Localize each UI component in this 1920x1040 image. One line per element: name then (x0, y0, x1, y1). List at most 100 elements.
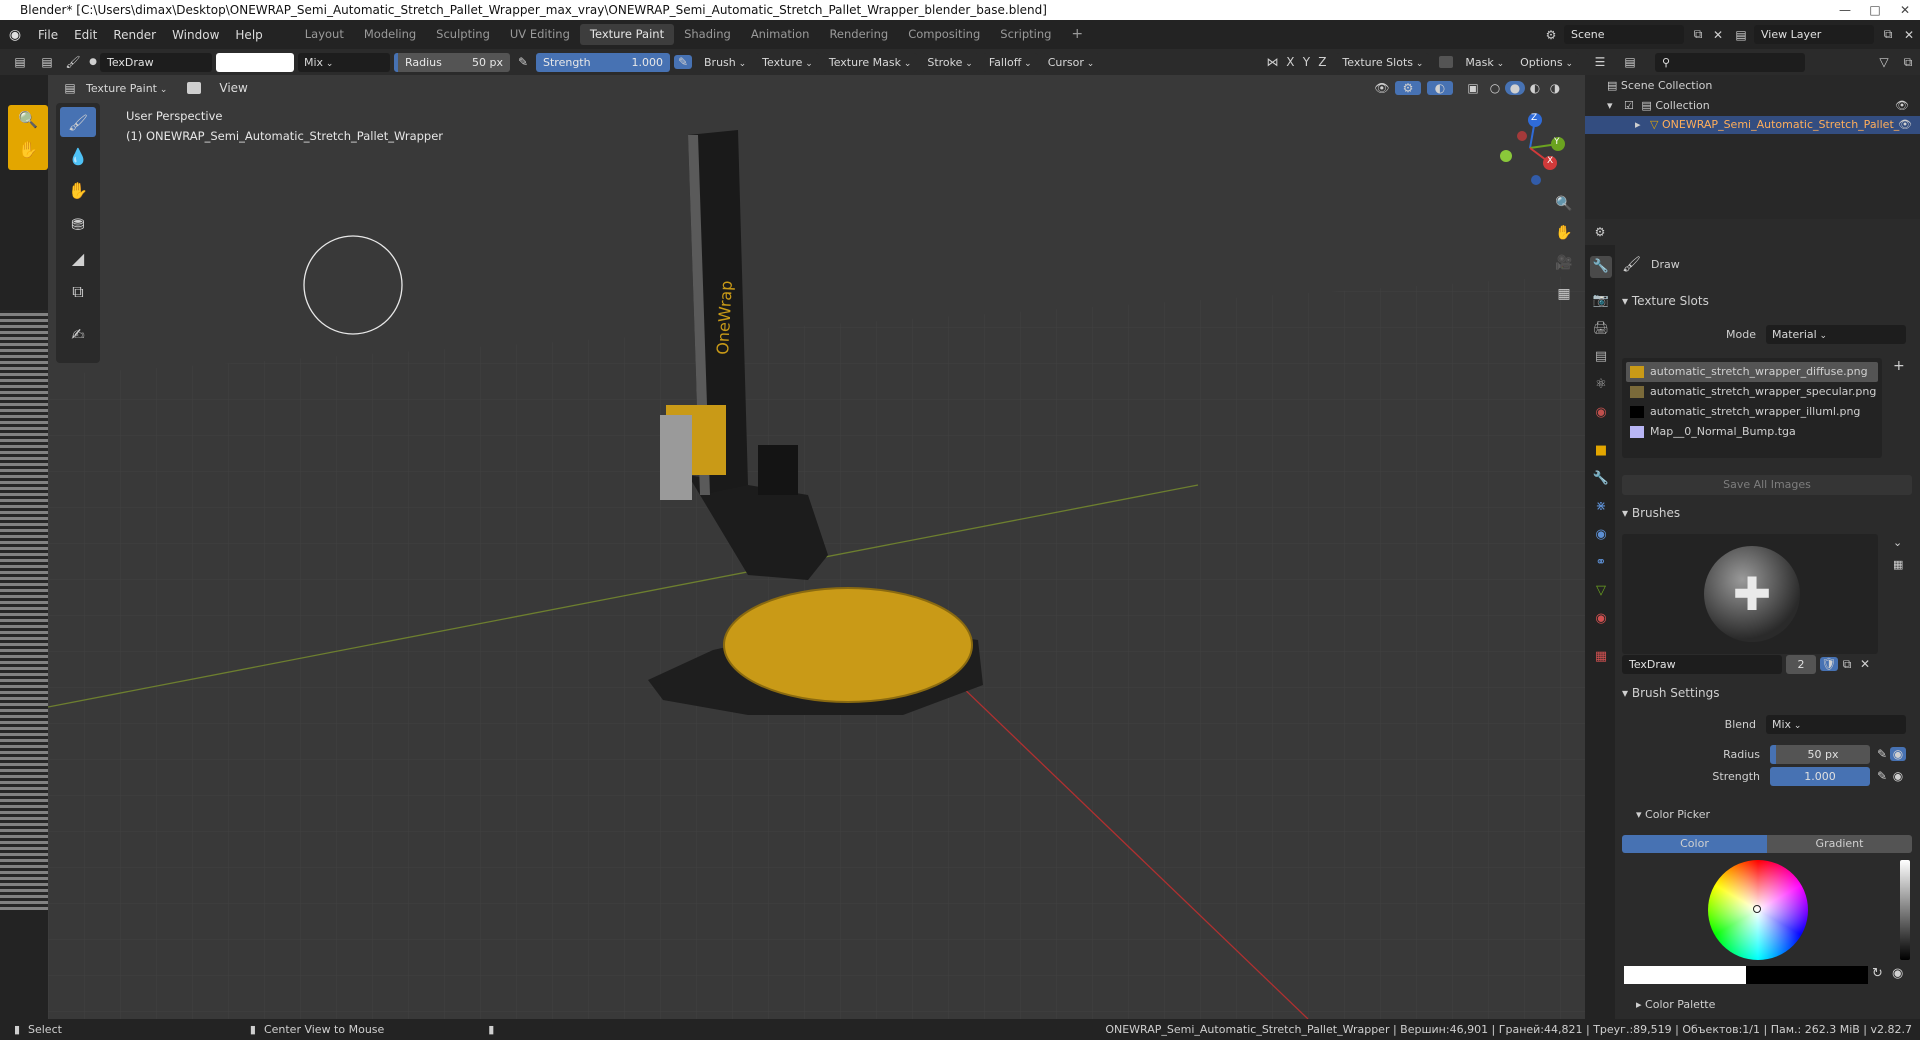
view-layer-icon[interactable]: ▤ (1728, 28, 1754, 42)
gizmo-toggle-icon[interactable]: ⚙ (1395, 81, 1421, 95)
constraints-tab-icon[interactable]: ⚭ (1590, 552, 1612, 574)
brush-users-count[interactable]: 2 (1786, 654, 1816, 674)
strength-pressure-icon[interactable]: ✎ (674, 55, 692, 69)
value-slider[interactable] (1900, 860, 1910, 960)
blend-dropdown-panel[interactable]: Mix (1766, 714, 1906, 734)
tool-tab-icon[interactable]: 🔧 (1590, 256, 1612, 278)
collection-checkbox[interactable]: ☑ (1624, 99, 1634, 112)
tab-rendering[interactable]: Rendering (819, 24, 898, 45)
axis-y-toggle[interactable]: Y (1298, 55, 1314, 69)
mask-checkbox[interactable] (1439, 56, 1454, 68)
minimize-icon[interactable]: — (1830, 0, 1860, 20)
xray-icon[interactable]: ▣ (1461, 81, 1485, 95)
fill-tool-icon[interactable]: ◢ (60, 243, 96, 273)
tab-scripting[interactable]: Scripting (990, 24, 1061, 45)
view-layer-tab-icon[interactable]: ▤ (1590, 346, 1612, 368)
slot-row-normal[interactable]: Map__0_Normal_Bump.tga (1626, 422, 1878, 442)
color-wheel[interactable] (1708, 860, 1808, 960)
symmetry-icon[interactable]: ⋈ (1262, 55, 1282, 69)
scene-field[interactable]: Scene (1564, 25, 1684, 44)
expand-object-icon[interactable]: ▸ (1635, 118, 1641, 131)
slot-row-specular[interactable]: automatic_stretch_wrapper_specular.png (1626, 382, 1878, 402)
object-visibility-icon[interactable]: 👁 (1898, 116, 1912, 134)
texture-tab-icon[interactable]: ▦ (1590, 646, 1612, 668)
texture-dropdown[interactable]: Texture (756, 52, 819, 72)
particles-tab-icon[interactable]: ⋇ (1590, 496, 1612, 518)
data-tab-icon[interactable]: ▽ (1590, 580, 1612, 602)
strength-unit-icon[interactable]: ◉ (1890, 769, 1906, 783)
render-tab-icon[interactable]: 📷 (1590, 290, 1612, 312)
collection-visibility-icon[interactable]: 👁 (1895, 99, 1909, 112)
mask-tool-icon[interactable]: ⧉ (60, 277, 96, 307)
strength-pressure-panel-icon[interactable]: ✎ (1874, 769, 1890, 783)
output-tab-icon[interactable]: 🖨 (1590, 318, 1612, 340)
menu-window[interactable]: Window (164, 28, 227, 42)
object-tab-icon[interactable]: ■ (1590, 440, 1612, 462)
brush-name-field[interactable]: TexDraw (100, 52, 212, 72)
blender-logo-icon[interactable]: ◉ (0, 27, 30, 43)
visibility-icon[interactable]: 👁 (1369, 81, 1395, 95)
rendered-shading-icon[interactable]: ◑ (1545, 81, 1565, 95)
axis-x-toggle[interactable]: X (1282, 55, 1298, 69)
wireframe-shading-icon[interactable]: ○ (1485, 81, 1505, 95)
zoom-icon[interactable]: 🔍 ✋ (8, 105, 48, 170)
color-sampler-icon[interactable]: ◉ (1892, 966, 1903, 981)
tab-texture-paint[interactable]: Texture Paint (579, 24, 675, 45)
tab-sculpting[interactable]: Sculpting (426, 24, 500, 45)
brush-settings-panel-header[interactable]: ▾ Brush Settings (1622, 686, 1912, 700)
new-scene-icon[interactable]: ⧉ (1688, 27, 1708, 42)
outliner-search[interactable]: ⚲ (1655, 52, 1805, 72)
clone-tool-icon[interactable]: ⛃ (60, 209, 96, 239)
brush-icon[interactable]: 🖌 (60, 55, 86, 69)
add-slot-icon[interactable]: + (1893, 358, 1905, 374)
color-palette-panel-header[interactable]: ▸ Color Palette (1622, 998, 1912, 1011)
unlink-brush-icon[interactable]: ✕ (1856, 657, 1874, 671)
mask-dropdown[interactable]: Mask (1459, 52, 1511, 72)
menu-edit[interactable]: Edit (66, 28, 105, 42)
duplicate-brush-icon[interactable]: ⧉ (1838, 657, 1856, 672)
smear-tool-icon[interactable]: ✋ (60, 175, 96, 205)
solid-shading-icon[interactable]: ● (1505, 81, 1525, 95)
mode-dropdown[interactable]: Material (1766, 324, 1906, 344)
physics-tab-icon[interactable]: ◉ (1590, 524, 1612, 546)
axis-z-toggle[interactable]: Z (1314, 55, 1330, 69)
expand-collection-icon[interactable]: ▾ (1607, 99, 1613, 112)
radius-pressure-panel-icon[interactable]: ✎ (1874, 747, 1890, 761)
tab-compositing[interactable]: Compositing (898, 24, 990, 45)
brush-datablock-name[interactable]: TexDraw (1622, 654, 1782, 674)
cursor-dropdown[interactable]: Cursor (1041, 52, 1101, 72)
stroke-dropdown[interactable]: Stroke (921, 52, 979, 72)
soften-tool-icon[interactable]: 💧 (60, 141, 96, 171)
texture-slots-dropdown[interactable]: Texture Slots (1336, 52, 1430, 72)
draw-tool-icon[interactable]: 🖌 (60, 107, 96, 137)
scene-tab-icon[interactable]: ⚛ (1590, 374, 1612, 396)
gradient-tab[interactable]: Gradient (1767, 835, 1912, 853)
delete-view-layer-icon[interactable]: ✕ (1898, 28, 1920, 42)
tab-uv-editing[interactable]: UV Editing (500, 24, 580, 45)
pan-view-icon[interactable]: ✋ (1552, 225, 1576, 249)
brush-list-dropdown-icon[interactable]: ⌄ (1893, 536, 1902, 549)
view-layer-field[interactable]: View Layer (1754, 25, 1874, 44)
close-icon[interactable]: ✕ (1890, 0, 1920, 20)
camera-view-icon[interactable]: 🎥 (1552, 255, 1576, 279)
brush-image-icon[interactable]: ▦ (1893, 558, 1903, 571)
tab-layout[interactable]: Layout (295, 24, 354, 45)
zoom-view-icon[interactable]: 🔍 (1552, 196, 1576, 220)
outliner-object-row[interactable]: ▸ ▽ ONEWRAP_Semi_Automatic_Stretch_Palle… (1585, 116, 1920, 134)
brush-dropdown[interactable]: Brush (698, 52, 753, 72)
swap-colors-icon[interactable]: ↻ (1872, 966, 1883, 981)
object-mode-icon[interactable]: ▤ (34, 55, 60, 69)
menu-help[interactable]: Help (227, 28, 270, 42)
texture-paint-mode-icon[interactable]: ▤ (60, 81, 80, 95)
modifier-tab-icon[interactable]: 🔧 (1590, 468, 1612, 490)
save-all-images-button[interactable]: Save All Images (1622, 475, 1912, 495)
display-mode-icon[interactable]: ▤ (1615, 55, 1645, 69)
strength-slider[interactable]: Strength 1.000 (536, 52, 670, 72)
radius-unit-icon[interactable]: ◉ (1890, 747, 1906, 761)
view-menu[interactable]: View (211, 81, 255, 95)
fake-user-icon[interactable]: 🛡 (1820, 657, 1838, 671)
color-swatch-bar[interactable] (1624, 966, 1868, 984)
delete-scene-icon[interactable]: ✕ (1708, 28, 1728, 42)
scene-icon[interactable]: ⚙ (1538, 28, 1564, 42)
texture-slot-list[interactable]: automatic_stretch_wrapper_diffuse.png au… (1622, 358, 1882, 458)
